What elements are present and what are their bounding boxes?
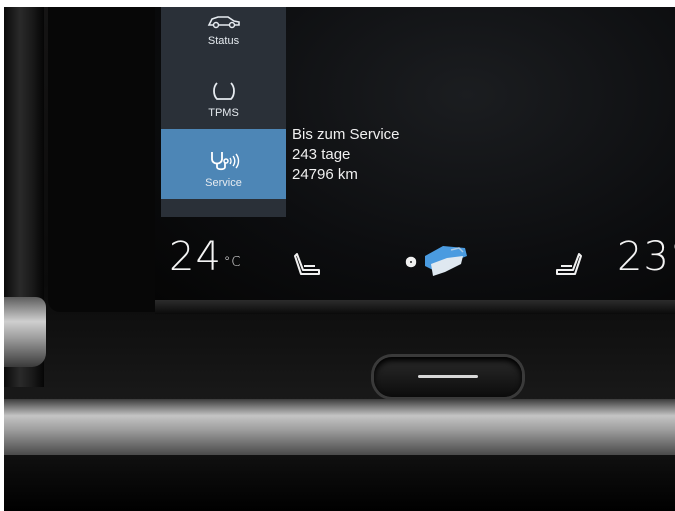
wrench-service-icon xyxy=(210,152,239,171)
lower-dash-panel xyxy=(4,455,675,511)
right-temperature[interactable]: 23° xyxy=(617,232,675,282)
home-button-bar xyxy=(418,375,478,378)
car-status-icon xyxy=(207,16,240,29)
tire-pressure-icon xyxy=(212,82,235,100)
service-days-remaining: 243 tage xyxy=(292,146,351,163)
side-menu: Status TPMS Service xyxy=(161,7,286,217)
chrome-trim-strip xyxy=(4,399,675,455)
menu-item-tpms[interactable]: TPMS xyxy=(161,62,286,129)
service-title: Bis zum Service xyxy=(292,126,400,143)
service-info-panel: Bis zum Service 243 tage 24796 km xyxy=(292,125,400,185)
menu-item-label: Status xyxy=(207,35,240,47)
service-distance-remaining: 24796 km xyxy=(292,166,358,183)
climate-bar: 24°C 23° xyxy=(155,232,675,300)
left-temperature[interactable]: 24 °C xyxy=(169,232,241,282)
seat-heat-right-icon[interactable] xyxy=(553,252,583,278)
left-temp-unit: °C xyxy=(223,255,242,270)
dashboard-photo: Status TPMS Service Bis zum Service 243 … xyxy=(4,7,675,511)
screen-lower-edge xyxy=(155,300,675,314)
fan-airflow-icon[interactable] xyxy=(403,242,475,284)
menu-item-label: Service xyxy=(205,177,242,189)
home-button[interactable] xyxy=(374,357,522,397)
left-temp-value: 24 xyxy=(169,234,222,280)
infotainment-screen: Status TPMS Service Bis zum Service 243 … xyxy=(155,7,675,300)
menu-item-status[interactable]: Status xyxy=(161,7,286,57)
menu-item-service[interactable]: Service xyxy=(161,129,286,199)
menu-item-label: TPMS xyxy=(208,107,239,119)
left-chrome-accent xyxy=(4,297,46,367)
seat-heat-left-icon[interactable] xyxy=(293,252,323,278)
